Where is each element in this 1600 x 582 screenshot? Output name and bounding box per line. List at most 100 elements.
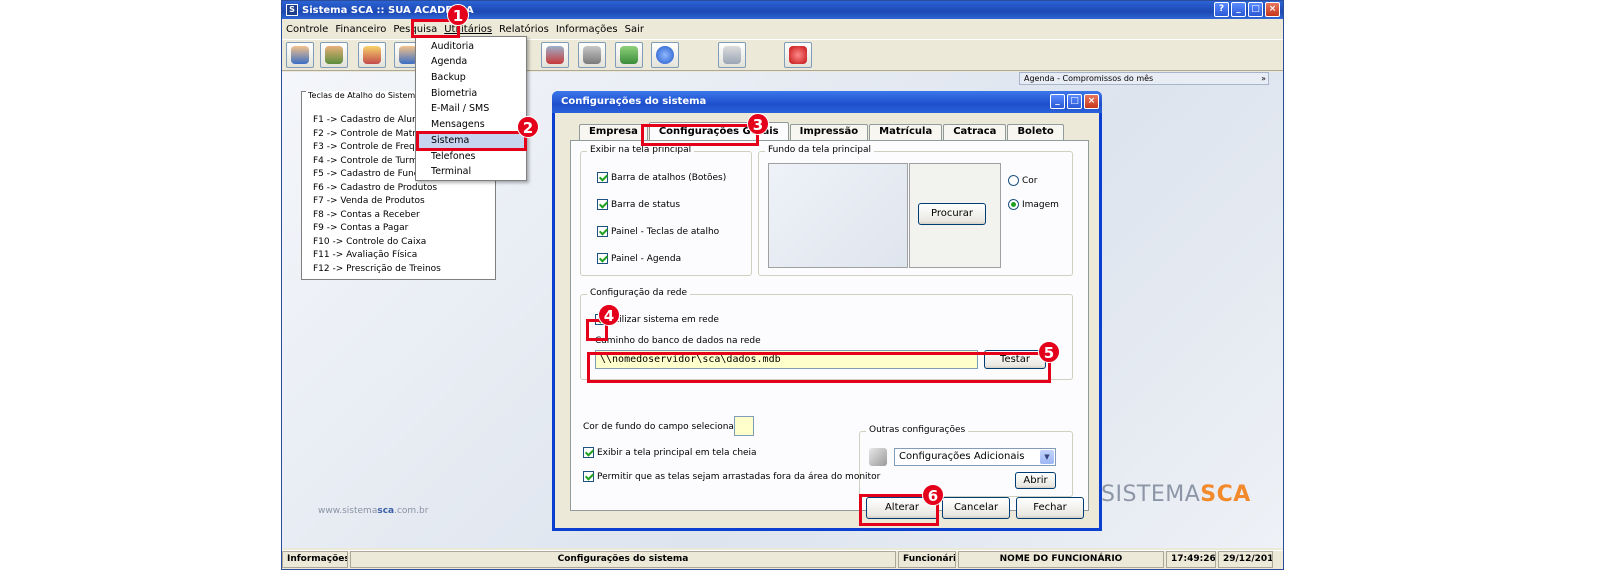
toolbar-card-button[interactable] (718, 42, 746, 68)
drag-outside-checkbox[interactable]: Permitir que as telas sejam arrastadas f… (583, 471, 880, 482)
url-part: .com.br (394, 506, 429, 516)
checkbox-label: Painel - Teclas de atalho (611, 226, 720, 237)
open-button[interactable]: Abrir (1015, 472, 1056, 489)
toolbar-contracts-button[interactable] (358, 42, 386, 68)
bg-color-label: Cor de fundo do campo selecionado (583, 422, 746, 432)
bg-color-swatch[interactable] (734, 416, 754, 436)
toolbar-help-button[interactable] (651, 42, 679, 68)
exibir-legend: Exibir na tela principal (587, 145, 695, 155)
checkbox-box[interactable] (597, 199, 608, 210)
radio-dot[interactable] (1008, 199, 1019, 210)
toolbar-export-button[interactable] (615, 42, 643, 68)
tab-catraca[interactable]: Catraca (943, 124, 1007, 140)
tab-impressao[interactable]: Impressão (789, 124, 869, 140)
checkbox-label: Permitir que as telas sejam arrastadas f… (597, 471, 881, 482)
app-logo-icon: S (286, 4, 298, 16)
radio-dot[interactable] (1008, 175, 1019, 186)
status-role: Funcionário (898, 551, 956, 568)
toolbar-clients-button[interactable] (286, 42, 314, 68)
menu-item-agenda[interactable]: Agenda (416, 54, 526, 69)
menu-item-terminal[interactable]: Terminal (416, 164, 526, 179)
checkbox-box[interactable] (597, 253, 608, 264)
callout-box-db-path (587, 352, 1051, 383)
help-window-button[interactable]: ? (1214, 2, 1229, 17)
contracts-icon (363, 46, 381, 64)
toolbar-users-button[interactable] (320, 42, 348, 68)
status-time: 17:49:26 (1166, 551, 1216, 568)
cancelar-button[interactable]: Cancelar (942, 497, 1010, 519)
chevron-down-icon[interactable]: ▼ (1040, 450, 1054, 464)
checkbox-label: Exibir a tela principal em tela cheia (597, 447, 757, 458)
db-path-label: Caminho do banco de dados na rede (595, 336, 761, 346)
tab-empresa[interactable]: Empresa (579, 124, 648, 140)
agenda-title: Agenda - Compromissos do mês (1024, 74, 1154, 83)
shortcut-item: F11 -> Avaliação Física (313, 250, 418, 260)
select-value: Configurações Adicionais (899, 451, 1025, 462)
app-titlebar: S Sistema SCA :: SUA ACADEMIA ? _ □ × (282, 1, 1283, 19)
checkbox-box[interactable] (583, 471, 594, 482)
callout-badge: 4 (598, 304, 620, 326)
menu-informacoes[interactable]: Informações (556, 24, 618, 35)
exibir-group: Exibir na tela principal Barra de atalho… (580, 145, 752, 276)
fechar-button[interactable]: Fechar (1016, 497, 1084, 519)
show-shortcut-panel-checkbox[interactable]: Painel - Teclas de atalho (597, 226, 719, 237)
maximize-button[interactable]: □ (1248, 2, 1263, 17)
toolbar-power-button[interactable] (784, 42, 812, 68)
dialog-minimize-button[interactable]: _ (1050, 94, 1065, 109)
toolbar-tools-button[interactable] (578, 42, 606, 68)
users-icon (325, 46, 343, 64)
checkbox-box[interactable] (583, 447, 594, 458)
fullscreen-checkbox[interactable]: Exibir a tela principal em tela cheia (583, 447, 757, 458)
shortcut-item: F6 -> Cadastro de Produtos (313, 182, 438, 193)
tab-boleto[interactable]: Boleto (1007, 124, 1064, 140)
close-button[interactable]: × (1265, 2, 1280, 17)
callout-badge: 3 (747, 113, 769, 135)
dialog-maximize-button[interactable]: □ (1067, 94, 1082, 109)
checkbox-box[interactable] (597, 226, 608, 237)
settings-tools-icon (869, 448, 887, 466)
callout-badge: 5 (1038, 341, 1060, 363)
show-shortcut-bar-checkbox[interactable]: Barra de atalhos (Botões) (597, 172, 726, 183)
menu-item-telefones[interactable]: Telefones (416, 149, 526, 164)
tab-matricula[interactable]: Matrícula (869, 124, 943, 140)
calculator-icon (546, 46, 564, 64)
callout-badge: 2 (517, 116, 539, 138)
menu-sair[interactable]: Sair (625, 24, 644, 35)
menu-financeiro[interactable]: Financeiro (335, 24, 386, 35)
callout-box-config-tab (641, 124, 759, 146)
minimize-button[interactable]: _ (1231, 2, 1246, 17)
radio-cor[interactable]: Cor (1008, 175, 1038, 186)
url-part: sca (377, 506, 395, 516)
show-agenda-panel-checkbox[interactable]: Painel - Agenda (597, 253, 681, 264)
menu-item-email-sms[interactable]: E-Mail / SMS (416, 101, 526, 116)
website-url: www.sistemasca.com.br (318, 506, 428, 516)
outras-select[interactable]: Configurações Adicionais ▼ (894, 448, 1056, 466)
fundo-legend: Fundo da tela principal (765, 145, 874, 155)
chevron-down-icon[interactable]: » (1261, 73, 1266, 84)
dialog-titlebar: Configurações do sistema _ □ × (552, 91, 1102, 113)
menu-item-auditoria[interactable]: Auditoria (416, 39, 526, 54)
radio-imagem[interactable]: Imagem (1008, 199, 1059, 210)
menu-item-mensagens[interactable]: Mensagens (416, 117, 526, 132)
menu-item-backup[interactable]: Backup (416, 70, 526, 85)
dialog-title: Configurações do sistema (561, 96, 707, 107)
brand-text: SISTEMA (1101, 482, 1201, 507)
rede-legend: Configuração da rede (587, 288, 691, 298)
shortcut-item: F9 -> Contas a Pagar (313, 223, 409, 233)
dialog-close-button[interactable]: × (1084, 94, 1099, 109)
toolbar-calculator-button[interactable] (541, 42, 569, 68)
menu-item-biometria[interactable]: Biometria (416, 86, 526, 101)
browse-button[interactable]: Procurar (918, 203, 986, 225)
menu-relatorios[interactable]: Relatórios (499, 24, 549, 35)
export-icon (620, 46, 638, 64)
checkbox-box[interactable] (597, 172, 608, 183)
menu-controle[interactable]: Controle (286, 24, 328, 35)
radio-label: Imagem (1022, 199, 1059, 210)
show-status-bar-checkbox[interactable]: Barra de status (597, 199, 680, 210)
shortcut-item: F12 -> Prescrição de Treinos (313, 263, 441, 274)
agenda-panel-header[interactable]: Agenda - Compromissos do mês » (1019, 72, 1269, 85)
brand-logo: SISTEMASCA (1101, 482, 1251, 507)
status-employee: NOME DO FUNCIONÁRIO (958, 551, 1164, 568)
utilitarios-dropdown: Auditoria Agenda Backup Biometria E-Mail… (415, 36, 527, 181)
checkbox-label: Utilizar sistema em rede (609, 314, 719, 325)
